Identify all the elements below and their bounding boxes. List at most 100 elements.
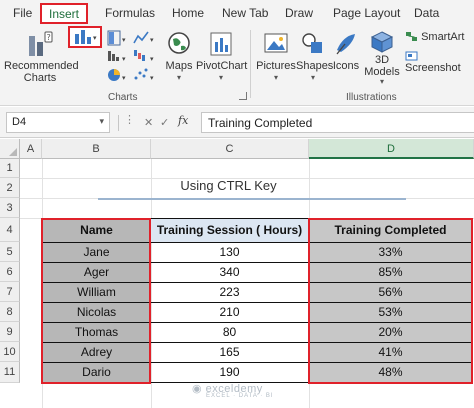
sheet-title: Using CTRL Key (180, 178, 277, 193)
row-header[interactable]: 1 (0, 159, 20, 178)
tab-insert[interactable]: Insert (40, 3, 89, 24)
pivotchart-label: PivotChart (196, 60, 248, 72)
svg-text:▾: ▾ (122, 56, 126, 63)
line-chart-icon: ▾ (133, 31, 154, 44)
row-header[interactable]: 3 (0, 198, 20, 218)
recommended-charts-icon: ? (29, 31, 53, 56)
row-header[interactable]: 4 (0, 218, 20, 242)
scatter-chart-icon: ▾ (134, 68, 154, 82)
3d-models-button[interactable]: 3D Models ▾ (362, 30, 402, 86)
row-header[interactable]: 7 (0, 282, 20, 302)
pictures-button[interactable]: Pictures ▾ (256, 30, 296, 84)
smartart-label: SmartArt (421, 31, 465, 43)
column-chart-icon: ▾ (75, 30, 97, 44)
row-header[interactable]: 2 (0, 178, 20, 198)
row-header[interactable]: 6 (0, 262, 20, 282)
name-box-dropdown-icon[interactable]: ▾ (99, 116, 104, 127)
svg-text:▾: ▾ (122, 75, 126, 82)
shapes-label: Shapes (296, 60, 334, 72)
pictures-icon (264, 33, 288, 53)
shapes-dropdown-icon: ▾ (310, 73, 315, 82)
cell-hours[interactable]: 223 (151, 283, 309, 303)
3d-models-label-1: 3D (374, 54, 390, 66)
watermark-logo-icon: ◉ (192, 383, 203, 395)
icons-button[interactable]: Icons (330, 30, 362, 72)
row-header[interactable]: 9 (0, 322, 20, 342)
ribbon-tab-bar: File Insert Formulas Home New Tab Draw P… (0, 0, 474, 26)
maps-label: Maps (165, 60, 193, 72)
screenshot-icon (405, 51, 418, 61)
cell-hours[interactable]: 130 (151, 243, 309, 263)
svg-text:▾: ▾ (150, 56, 154, 63)
pivotchart-button[interactable]: PivotChart ▾ (196, 30, 248, 84)
group-separator (250, 30, 251, 98)
exceldemy-watermark: ◉ exceldemy EXCEL · DATA · BI (192, 382, 274, 399)
recommended-charts-button[interactable]: ? Recommended Charts (4, 28, 79, 84)
cell-hours[interactable]: 80 (151, 323, 309, 343)
worksheet-grid[interactable]: A B C D 1 2 3 4 5 6 7 8 9 10 11 Using CT… (0, 139, 474, 408)
cell-hours[interactable]: 190 (151, 363, 309, 383)
svg-text:▾: ▾ (150, 37, 154, 44)
maps-dropdown-icon: ▾ (176, 73, 181, 82)
row-header[interactable]: 10 (0, 342, 20, 362)
confirm-entry-icon[interactable]: ✓ (160, 116, 169, 129)
cancel-entry-icon[interactable]: ✕ (144, 116, 153, 129)
illustrations-group-label: Illustrations (346, 92, 397, 103)
select-all-corner[interactable] (0, 139, 20, 159)
smartart-icon (406, 32, 417, 42)
tab-draw[interactable]: Draw (285, 6, 313, 20)
cell-hours[interactable]: 340 (151, 263, 309, 283)
insert-function-icon[interactable]: fx (178, 114, 188, 127)
column-header-a[interactable]: A (20, 139, 42, 159)
shapes-icon (302, 33, 322, 53)
cell-hours[interactable]: 210 (151, 303, 309, 323)
watermark-tagline: EXCEL · DATA · BI (206, 393, 274, 399)
completed-column-highlight (308, 218, 473, 384)
recommended-charts-label-2: Charts (23, 72, 57, 84)
more-options-icon[interactable]: ⋮ (124, 113, 135, 126)
column-header-d[interactable]: D (309, 139, 474, 159)
cube-icon (370, 31, 394, 53)
tab-home[interactable]: Home (172, 6, 204, 20)
row-header[interactable]: 11 (0, 362, 20, 383)
name-column-highlight (41, 218, 151, 384)
cell-hours[interactable]: 165 (151, 343, 309, 363)
waterfall-chart-icon: ▾ (134, 50, 154, 63)
maps-button[interactable]: Maps ▾ (160, 30, 198, 84)
formula-bar: D4 ▾ ⋮ ✕ ✓ fx Training Completed (0, 107, 474, 138)
column-header-c[interactable]: C (151, 139, 309, 159)
shapes-button[interactable]: Shapes ▾ (296, 30, 334, 84)
hierarchy-chart-icon: ▾ (107, 30, 126, 46)
pie-chart-icon: ▾ (108, 69, 126, 82)
tab-new-tab[interactable]: New Tab (222, 6, 268, 20)
chart-type-buttons[interactable]: ▾ ▾ ▾ ▾ ▾ ▾ (104, 28, 160, 86)
name-box[interactable]: D4 ▾ (6, 112, 110, 133)
recommended-charts-label-1: Recommended (4, 60, 79, 72)
stat-chart-icon: ▾ (108, 51, 126, 63)
tab-formulas[interactable]: Formulas (105, 6, 155, 20)
svg-text:▾: ▾ (122, 37, 126, 44)
icons-icon (336, 34, 355, 55)
smartart-button[interactable]: SmartArt (405, 31, 474, 43)
screenshot-label: Screenshot (405, 62, 461, 75)
row-header[interactable]: 8 (0, 302, 20, 322)
charts-dialog-launcher-icon[interactable] (239, 92, 247, 100)
formula-input[interactable]: Training Completed (201, 112, 474, 133)
icons-label: Icons (332, 60, 360, 72)
tab-page-layout[interactable]: Page Layout (333, 6, 400, 20)
header-training-session[interactable]: Training Session ( Hours) (151, 219, 309, 243)
charts-group-label: Charts (108, 92, 138, 103)
pictures-dropdown-icon: ▾ (273, 73, 278, 82)
column-header-b[interactable]: B (42, 139, 151, 159)
tab-file[interactable]: File (13, 6, 32, 20)
row-header[interactable]: 5 (0, 242, 20, 262)
name-box-value: D4 (12, 116, 27, 128)
pictures-label: Pictures (256, 60, 296, 72)
ribbon: ? Recommended Charts ▾ ▾ ▾ ▾ ▾ ▾ ▾ Maps … (0, 26, 474, 106)
tab-data[interactable]: Data (414, 6, 439, 20)
svg-text:▾: ▾ (93, 34, 97, 42)
screenshot-button[interactable]: Screenshot (405, 50, 474, 74)
insert-column-chart-button[interactable]: ▾ (68, 26, 102, 48)
svg-text:?: ? (47, 33, 51, 42)
pivotchart-icon (210, 32, 232, 56)
